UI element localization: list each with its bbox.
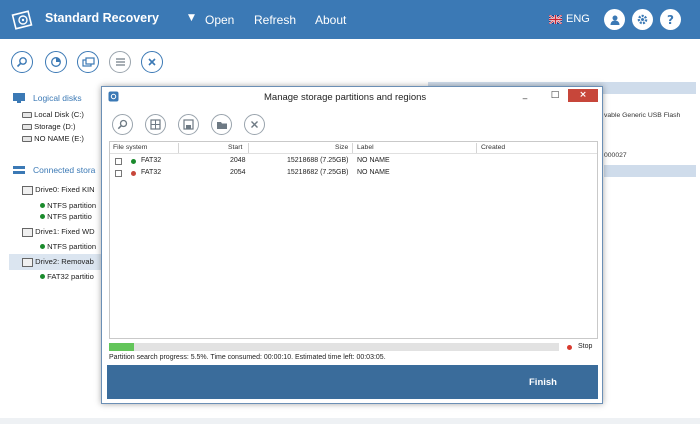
list-icon[interactable] bbox=[109, 51, 131, 73]
device-id-text: 000027 bbox=[604, 152, 627, 159]
app-logo-icon bbox=[108, 91, 119, 102]
column-header-created[interactable]: Created bbox=[481, 144, 505, 151]
hard-disk-icon bbox=[22, 136, 32, 142]
status-dot-icon bbox=[40, 203, 45, 208]
row-checkbox[interactable] bbox=[115, 170, 122, 177]
logical-disk-label: NO NAME (E:) bbox=[34, 134, 84, 143]
cell-size: 15218682 (7.25GB) bbox=[287, 169, 349, 176]
close-icon[interactable] bbox=[141, 51, 163, 73]
partition-icon[interactable] bbox=[77, 51, 99, 73]
connected-storage-heading: Connected stora bbox=[33, 165, 96, 175]
row-checkbox[interactable] bbox=[115, 158, 122, 165]
minimize-button[interactable]: _ bbox=[514, 89, 536, 102]
partition-label: FAT32 partitio bbox=[47, 272, 94, 281]
column-separator bbox=[178, 143, 179, 153]
drive-icon bbox=[22, 185, 33, 195]
hard-disk-icon bbox=[22, 124, 32, 130]
table-row[interactable]: FAT32 2054 15218682 (7.25GB) NO NAME bbox=[110, 168, 597, 179]
drive-label: Drive1: Fixed WD bbox=[35, 227, 95, 236]
logical-disk-e[interactable]: NO NAME (E:) bbox=[22, 134, 84, 143]
folder-icon[interactable] bbox=[211, 114, 232, 135]
table-icon[interactable] bbox=[145, 114, 166, 135]
status-dot-icon bbox=[40, 244, 45, 249]
dialog-footer: Finish bbox=[107, 365, 598, 399]
table-header: File system Start Size Label Created bbox=[110, 142, 597, 154]
menu-open[interactable]: Open bbox=[205, 13, 234, 27]
drive1-item[interactable]: Drive1: Fixed WD bbox=[22, 227, 95, 237]
column-separator bbox=[352, 143, 353, 153]
menu-refresh[interactable]: Refresh bbox=[254, 13, 296, 27]
cell-label: NO NAME bbox=[357, 157, 390, 164]
partition-label: NTFS partition bbox=[47, 201, 97, 210]
bottom-strip bbox=[0, 418, 700, 424]
column-header-size[interactable]: Size bbox=[335, 144, 348, 151]
table-row[interactable]: FAT32 2048 15218688 (7.25GB) NO NAME bbox=[110, 156, 597, 167]
drive-label: Drive2: Removab bbox=[35, 257, 94, 266]
partition-label: NTFS partitio bbox=[47, 212, 92, 221]
drive-icon bbox=[22, 227, 33, 237]
cell-file-system: FAT32 bbox=[141, 157, 162, 164]
cell-start: 2048 bbox=[230, 157, 246, 164]
language-selector[interactable]: ENG bbox=[566, 13, 590, 25]
user-icon[interactable] bbox=[604, 9, 625, 30]
top-bar: Standard Recovery ▼ Open Refresh About E… bbox=[0, 0, 700, 39]
hard-disk-icon bbox=[22, 112, 32, 118]
column-header-label[interactable]: Label bbox=[357, 144, 374, 151]
close-icon[interactable] bbox=[244, 114, 265, 135]
drive2-item[interactable]: Drive2: Removab bbox=[22, 257, 94, 267]
logical-disks-heading: Logical disks bbox=[33, 93, 82, 103]
cell-label: NO NAME bbox=[357, 169, 390, 176]
finish-button[interactable]: Finish bbox=[529, 377, 557, 388]
partition-item[interactable]: NTFS partition bbox=[40, 242, 96, 251]
drive-icon bbox=[22, 257, 33, 267]
status-dot-icon bbox=[40, 214, 45, 219]
progress-fill bbox=[109, 343, 134, 351]
column-separator bbox=[248, 143, 249, 153]
uk-flag-icon bbox=[549, 15, 562, 24]
stop-button[interactable]: Stop bbox=[578, 343, 592, 350]
search-icon[interactable] bbox=[11, 51, 33, 73]
app-title: Standard Recovery bbox=[45, 11, 159, 25]
maximize-button[interactable]: □ bbox=[544, 89, 566, 102]
save-icon[interactable] bbox=[178, 114, 199, 135]
storage-icon bbox=[13, 166, 25, 174]
menu-dropdown-icon[interactable]: ▼ bbox=[188, 13, 195, 23]
cell-start: 2054 bbox=[230, 169, 246, 176]
drive-label: Drive0: Fixed KIN bbox=[35, 185, 95, 194]
menu-about[interactable]: About bbox=[315, 13, 346, 27]
manage-partitions-dialog: Manage storage partitions and regions _ … bbox=[101, 86, 603, 404]
partition-item[interactable]: NTFS partitio bbox=[40, 212, 92, 221]
cell-size: 15218688 (7.25GB) bbox=[287, 157, 349, 164]
partitions-table: File system Start Size Label Created FAT… bbox=[109, 141, 598, 339]
search-progress-bar bbox=[109, 343, 559, 351]
partition-item[interactable]: FAT32 partitio bbox=[40, 272, 94, 281]
monitor-icon bbox=[13, 93, 25, 103]
drive0-item[interactable]: Drive0: Fixed KIN bbox=[22, 185, 95, 195]
stop-icon[interactable] bbox=[567, 345, 572, 350]
logical-disk-label: Local Disk (C:) bbox=[34, 110, 84, 119]
status-dot-icon bbox=[131, 171, 136, 176]
logical-disk-c[interactable]: Local Disk (C:) bbox=[22, 110, 84, 119]
close-button[interactable]: × bbox=[568, 89, 598, 102]
dialog-title: Manage storage partitions and regions bbox=[264, 92, 427, 103]
scan-icon[interactable] bbox=[45, 51, 67, 73]
column-header-start[interactable]: Start bbox=[228, 144, 242, 151]
logical-disk-label: Storage (D:) bbox=[34, 122, 76, 131]
partition-label: NTFS partition bbox=[47, 242, 97, 251]
column-separator bbox=[476, 143, 477, 153]
dialog-title-bar: Manage storage partitions and regions _ … bbox=[102, 87, 602, 107]
partition-item[interactable]: NTFS partition bbox=[40, 201, 96, 210]
status-dot-icon bbox=[131, 159, 136, 164]
logical-disk-d[interactable]: Storage (D:) bbox=[22, 122, 75, 131]
status-dot-icon bbox=[40, 274, 45, 279]
progress-status-text: Partition search progress: 5.5%. Time co… bbox=[109, 354, 386, 361]
help-icon[interactable]: ? bbox=[660, 9, 681, 30]
column-header-file-system[interactable]: File system bbox=[113, 144, 147, 151]
device-name-text: vable Generic USB Flash bbox=[604, 112, 681, 119]
gear-icon[interactable] bbox=[632, 9, 653, 30]
right-panel-section bbox=[604, 165, 696, 177]
cell-file-system: FAT32 bbox=[141, 169, 162, 176]
app-logo-icon bbox=[11, 10, 33, 30]
search-icon[interactable] bbox=[112, 114, 133, 135]
